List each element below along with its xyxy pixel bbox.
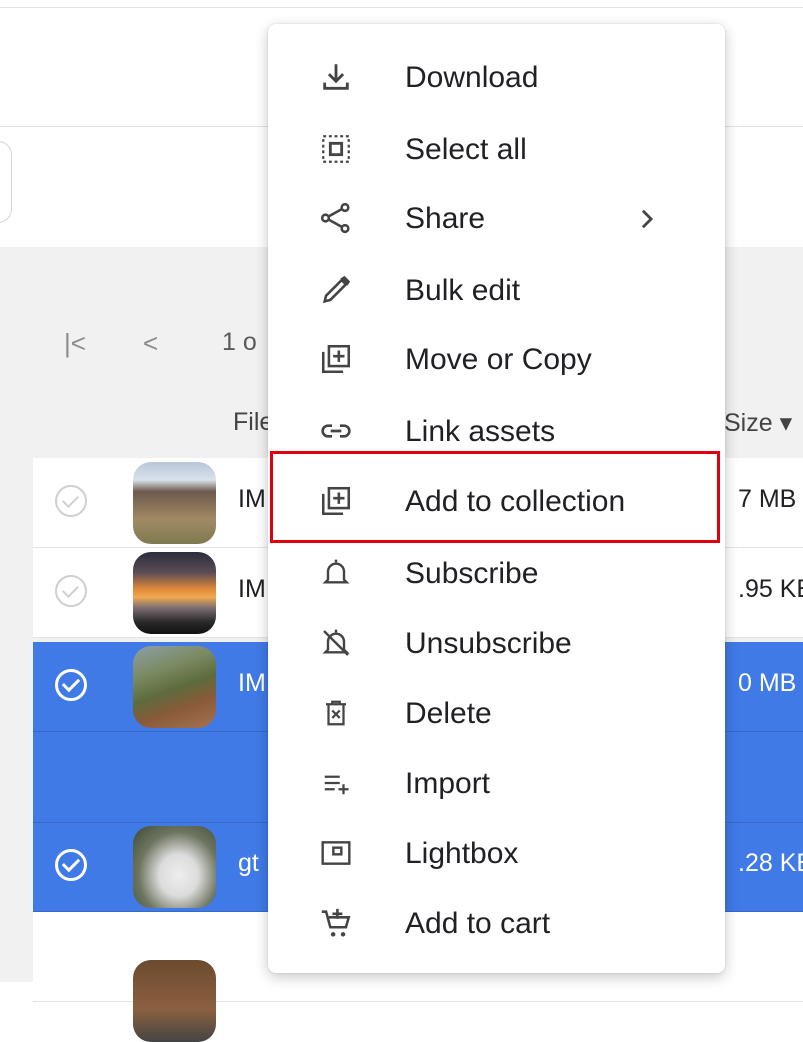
menu-item-move-copy[interactable]: Move or Copy	[268, 324, 725, 394]
context-menu: Download Select all Share Bulk edit Move…	[268, 24, 725, 973]
column-header-size[interactable]: Size ▾	[724, 408, 792, 438]
row-checkbox[interactable]	[55, 849, 87, 881]
menu-item-label: Move or Copy	[405, 343, 592, 376]
file-size: 0 MB	[738, 669, 797, 697]
row-checkbox[interactable]	[55, 575, 87, 607]
file-name[interactable]: IM	[238, 485, 266, 514]
menu-item-label: Share	[405, 202, 486, 235]
menu-item-download[interactable]: Download	[268, 42, 725, 112]
menu-item-select-all[interactable]: Select all	[268, 114, 725, 184]
cart-add-icon	[316, 903, 356, 943]
menu-item-link-assets[interactable]: Link assets	[268, 396, 725, 466]
import-icon	[316, 763, 356, 803]
menu-item-bulk-edit[interactable]: Bulk edit	[268, 255, 725, 325]
menu-item-label: Subscribe	[405, 557, 539, 590]
download-icon	[316, 57, 356, 97]
menu-item-label: Add to cart	[405, 907, 551, 940]
row-checkbox[interactable]	[55, 485, 87, 517]
menu-item-subscribe[interactable]: Subscribe	[268, 538, 725, 608]
select-all-icon	[316, 129, 356, 169]
menu-item-lightbox[interactable]: Lightbox	[268, 818, 725, 888]
menu-item-label: Download	[405, 61, 539, 94]
file-name[interactable]: gt	[238, 849, 259, 878]
share-icon	[316, 198, 356, 238]
file-name[interactable]: IM	[238, 575, 266, 604]
menu-item-share[interactable]: Share	[268, 183, 725, 253]
pencil-icon	[316, 270, 356, 310]
menu-item-label: Bulk edit	[405, 274, 521, 307]
move-copy-icon	[316, 339, 356, 379]
file-size: .28 KE	[738, 849, 803, 877]
menu-item-delete[interactable]: Delete	[268, 678, 725, 748]
row-checkbox[interactable]	[55, 669, 87, 701]
menu-item-label: Link assets	[405, 415, 556, 448]
chevron-right-icon	[638, 202, 662, 236]
menu-item-label: Add to collection	[405, 485, 626, 518]
first-page-button[interactable]: |<	[64, 328, 86, 359]
bell-off-icon	[316, 623, 356, 663]
menu-item-label: Unsubscribe	[405, 627, 572, 660]
search-field-edge[interactable]	[0, 141, 12, 223]
thumbnail-image	[133, 552, 216, 634]
thumbnail-image	[133, 646, 216, 728]
trash-icon	[316, 693, 356, 733]
lightbox-icon	[316, 833, 356, 873]
prev-page-button[interactable]: <	[143, 328, 158, 359]
menu-item-label: Delete	[405, 697, 492, 730]
file-name[interactable]: IM	[238, 669, 266, 698]
link-icon	[316, 411, 356, 451]
thumbnail-image	[133, 826, 216, 908]
menu-item-label: Import	[405, 767, 491, 800]
file-size: .95 KE	[738, 575, 803, 603]
thumbnail-image	[133, 462, 216, 544]
menu-item-label: Select all	[405, 133, 527, 166]
menu-item-import[interactable]: Import	[268, 748, 725, 818]
add-collection-icon	[316, 481, 356, 521]
menu-item-unsubscribe[interactable]: Unsubscribe	[268, 608, 725, 678]
menu-item-add-to-collection[interactable]: Add to collection	[268, 466, 725, 536]
menu-item-add-to-cart[interactable]: Add to cart	[268, 888, 725, 958]
bell-icon	[316, 553, 356, 593]
file-size: 7 MB	[738, 485, 797, 513]
page-indicator: 1 o	[222, 328, 257, 356]
menu-item-label: Lightbox	[405, 837, 519, 870]
thumbnail-image	[133, 960, 216, 1042]
